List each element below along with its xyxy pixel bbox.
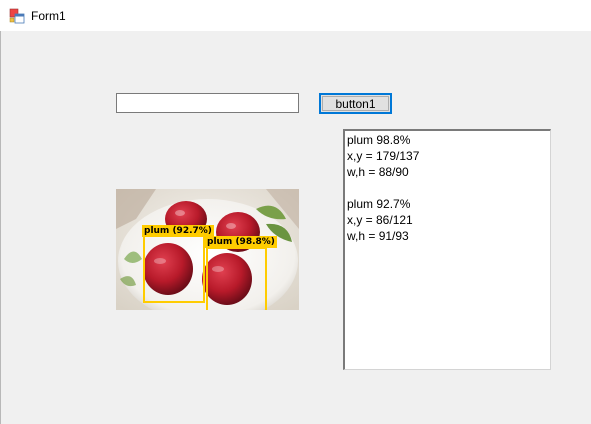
output-line: x,y = 86/121 (347, 213, 413, 227)
output-line: plum 92.7% (347, 197, 411, 211)
results-textbox[interactable]: plum 98.8% x,y = 179/137 w,h = 88/90 plu… (343, 129, 551, 370)
title-bar[interactable]: Form1 (0, 0, 591, 31)
detection-box-1 (206, 247, 267, 310)
detection-box-2 (143, 235, 205, 303)
detection-image: plum (92.7%) plum (98.8%) (116, 189, 299, 310)
output-line: w,h = 88/90 (347, 165, 409, 179)
text-input[interactable] (116, 93, 299, 113)
output-line: w,h = 91/93 (347, 229, 409, 243)
window-title: Form1 (31, 9, 66, 23)
button1-label: button1 (322, 96, 389, 111)
output-line: plum 98.8% (347, 133, 411, 147)
button1[interactable]: button1 (319, 93, 392, 114)
output-line: x,y = 179/137 (347, 149, 420, 163)
app-icon[interactable] (9, 8, 25, 24)
detection-label-2: plum (92.7%) (142, 225, 214, 237)
detection-label-1: plum (98.8%) (205, 236, 277, 248)
